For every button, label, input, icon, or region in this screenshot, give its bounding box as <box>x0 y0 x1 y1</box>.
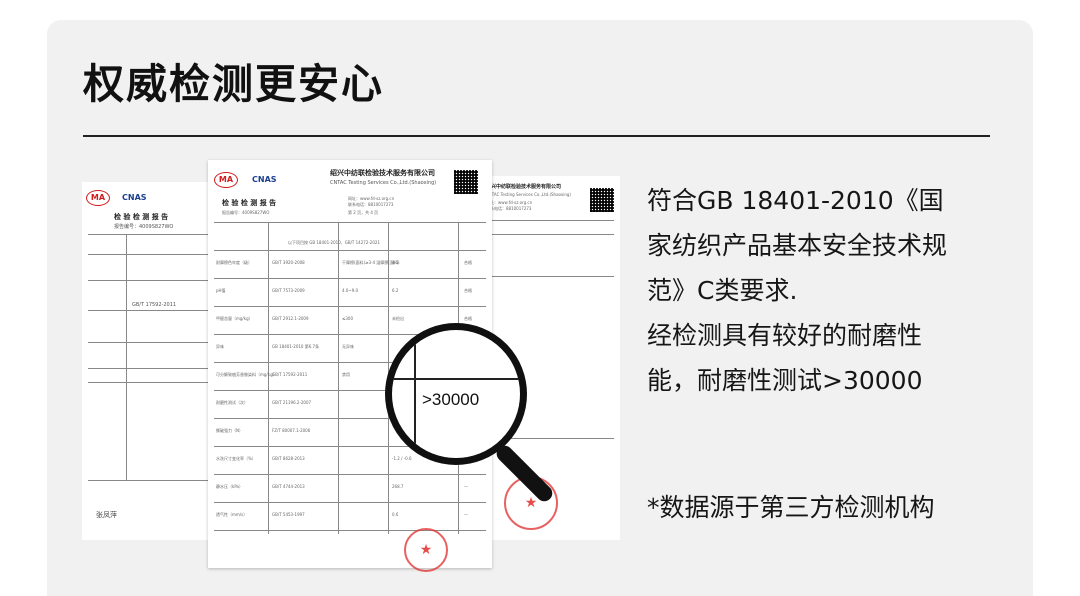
description-line: 符合GB 18401-2010《国 <box>647 186 944 215</box>
description-line: 经检测具有较好的耐磨性 <box>647 321 923 350</box>
table-cell-result: ≤300 <box>342 316 353 321</box>
table-cell-value: -1.2 / -0.6 <box>392 456 412 461</box>
table-line <box>88 342 213 343</box>
description-line: 范》C类要求. <box>647 276 798 305</box>
table-cell-item: 透气性（mm/s） <box>216 512 248 517</box>
section-title: 权威检测更安心 <box>83 60 384 108</box>
table-cell-verdict: — <box>464 484 468 489</box>
table-cell-item: 耐摩擦色牢度（级） <box>216 260 252 265</box>
standard-number: GB/T 17592-2011 <box>132 302 177 308</box>
table-cell-value: 268.7 <box>392 484 404 489</box>
table-cell-item: 异味 <box>216 344 224 349</box>
description-line: 能，耐磨性测试>30000 <box>647 366 923 395</box>
table-cell-item: 静水压（kPa） <box>216 484 243 489</box>
table-cell-verdict: 合格 <box>464 288 472 293</box>
table-cell-method: GB/T 21196.2-2007 <box>272 400 312 405</box>
description: 符合GB 18401-2010《国 家纺织产品基本安全技术规 范》C类要求. 经… <box>647 178 1007 403</box>
table-cell-item: pH值 <box>216 288 226 293</box>
magnified-column-line <box>414 330 416 458</box>
table-cell-value: 未检出 <box>392 316 404 321</box>
table-cell-method: GB/T 8628-2013 <box>272 456 305 461</box>
table-cell-method: FZ/T 80007.1-2006 <box>272 428 311 433</box>
lab-name: 绍兴中纺联检验技术服务有限公司 <box>486 184 562 190</box>
table-cell-item: 甲醛含量（mg/kg） <box>216 316 253 321</box>
table-cell-method: GB/T 3920-2008 <box>272 260 305 265</box>
table-cell-item: 撕破强力（N） <box>216 428 243 433</box>
table-line <box>88 480 213 481</box>
table-column-line <box>338 222 339 534</box>
table-cell-result: 无异味 <box>342 344 354 349</box>
cnas-logo: CNAS <box>122 193 147 202</box>
table-line <box>214 502 486 503</box>
table-line <box>486 276 614 277</box>
table-cell-method: GB/T 5453-1997 <box>272 512 305 517</box>
qr-code-icon <box>454 170 478 194</box>
ma-logo: MA <box>214 172 238 188</box>
table-cell-method: GB/T 17592-2011 <box>272 372 308 377</box>
table-cell-verdict: 合格 <box>464 316 472 321</box>
magnified-table-line <box>392 378 520 380</box>
table-line <box>88 280 213 281</box>
magnified-value: >30000 <box>422 390 480 409</box>
page-number: 第 2 页，共 4 页 <box>348 210 379 215</box>
table-line <box>214 278 486 279</box>
table-line <box>88 368 213 369</box>
signature: 张凤萍 <box>96 511 117 519</box>
table-cell-method: GB/T 7573-2009 <box>272 288 305 293</box>
lab-name-en: CNTAC Testing Services Co.,Ltd.(Shaoxing… <box>486 192 571 197</box>
lab-seal-icon: ★ <box>404 528 448 572</box>
table-cell-method: GB/T 2912.1-2009 <box>272 316 309 321</box>
table-line <box>214 250 486 251</box>
table-cell-value: 6.2 <box>392 288 399 293</box>
report-number: 报告编号：4009S827WO <box>114 224 174 230</box>
report-title: 检 验 检 测 报 告 <box>114 213 169 221</box>
report-number: 报告编号：4009S827WO <box>222 210 270 215</box>
table-column-line <box>126 234 127 480</box>
table-line <box>214 222 486 223</box>
title-divider <box>83 135 990 137</box>
table-line <box>88 310 213 311</box>
table-cell-method: GB/T 4744-2013 <box>272 484 305 489</box>
table-cell-verdict: 合格 <box>464 260 472 265</box>
magnifier-lens: >30000 <box>385 323 527 465</box>
table-cell-result: 4.0~9.0 <box>342 288 359 293</box>
table-line <box>214 306 486 307</box>
lab-name-en: CNTAC Testing Services Co.,Ltd.(Shaoxing… <box>330 180 437 186</box>
info-card: 权威检测更安心 MA CNAS 检 验 检 测 报 告 报告编号：4009S82… <box>47 20 1033 596</box>
lab-website: 网址：www.fd-sz.org.cn <box>348 196 395 201</box>
table-line <box>88 382 213 383</box>
lab-phone: 联系电话：8810017273 <box>486 206 532 211</box>
description-line: 家纺织产品基本安全技术规 <box>647 231 948 260</box>
ma-logo: MA <box>86 190 110 206</box>
report-sheet-back-left: MA CNAS 检 验 检 测 报 告 报告编号：4009S827WO GB/T… <box>82 182 219 540</box>
lab-website: 网址：www.fd-sz.org.cn <box>486 200 533 205</box>
standard-line: 以下项目按 GB 18401-2010、GB/T 14272-2021 <box>288 240 380 245</box>
table-cell-item: 耐磨性测试（次） <box>216 400 248 405</box>
table-column-line <box>268 222 269 534</box>
table-line <box>88 234 213 235</box>
table-cell-item: 可分解致癌芳香胺染料（mg/kg） <box>216 372 274 377</box>
table-line <box>486 220 614 221</box>
table-line <box>88 254 213 255</box>
lab-name: 绍兴中纺联检验技术服务有限公司 <box>330 169 435 177</box>
qr-code-icon <box>590 188 614 212</box>
lab-phone: 联系电话：8810017273 <box>348 202 394 207</box>
data-source-note: *数据源于第三方检测机构 <box>647 493 935 522</box>
table-cell-verdict: — <box>464 512 468 517</box>
table-cell-value: 4-5 <box>392 260 399 265</box>
report-title: 检 验 检 测 报 告 <box>222 199 277 207</box>
table-line <box>214 530 486 531</box>
table-cell-item: 水洗尺寸变化率（%） <box>216 456 256 461</box>
table-cell-method: GB 18401-2010 第6.7条 <box>272 344 320 349</box>
table-line <box>214 474 486 475</box>
table-cell-result: 禁用 <box>342 372 350 377</box>
table-cell-value: 0.6 <box>392 512 399 517</box>
cnas-logo: CNAS <box>252 175 277 184</box>
table-line <box>486 234 614 235</box>
